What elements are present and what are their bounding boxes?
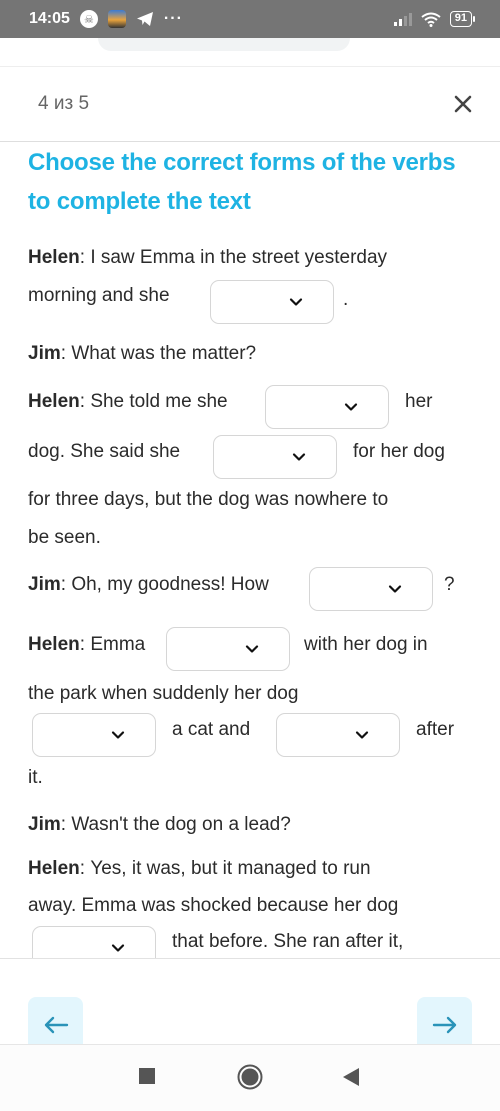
verb-select-1[interactable] <box>210 280 334 324</box>
dialogue-line-middle: a cat and <box>172 710 250 750</box>
dialogue-line: Helen: Yes, it was, but it managed to ru… <box>28 849 371 889</box>
colon: : <box>60 814 72 835</box>
verb-select-5[interactable] <box>166 627 290 671</box>
chevron-down-icon <box>111 944 125 952</box>
question-counter: 4 из 5 <box>38 93 90 114</box>
dialogue-line-end: after <box>416 710 454 750</box>
chevron-down-icon <box>289 298 303 306</box>
verb-select-7[interactable] <box>276 713 400 757</box>
line-text: that before. She ran after it, <box>172 931 404 952</box>
chevron-down-icon <box>245 645 259 653</box>
line-text: Wasn't the dog on a lead? <box>71 814 291 835</box>
line-text: the park when suddenly her dog <box>28 683 299 704</box>
line-text: Oh, my goodness! How <box>71 574 269 595</box>
colon: : <box>79 247 91 268</box>
task-title: Choose the correct forms of the verbs to… <box>28 149 456 215</box>
dialogue-line-end: her <box>405 382 432 422</box>
chevron-down-icon <box>111 731 125 739</box>
dialogue-line-end: that before. She ran after it, <box>172 922 403 962</box>
line-text: with her dog in <box>304 634 428 655</box>
line-text: be seen. <box>28 527 101 548</box>
system-navigation-bar <box>0 1045 500 1111</box>
line-text: She told me she <box>90 391 228 412</box>
recent-apps-button[interactable] <box>138 1067 156 1090</box>
square-icon <box>139 1068 155 1084</box>
line-text: for three days, but the dog was nowhere … <box>28 489 389 510</box>
verb-select-2[interactable] <box>265 385 389 429</box>
dialogue-line-end: ? <box>444 565 455 605</box>
signal-icon <box>393 12 412 26</box>
speaker-name: Helen <box>28 858 80 879</box>
line-text: it. <box>28 767 43 788</box>
telegram-icon <box>136 11 154 27</box>
line-text: . <box>343 289 349 310</box>
dialogue-line-end: for her dog <box>353 432 445 472</box>
colon: : <box>79 858 91 879</box>
dialogue-line: Jim: Wasn't the dog on a lead? <box>28 805 291 845</box>
chevron-down-icon <box>388 585 402 593</box>
speaker-name: Jim <box>28 574 61 595</box>
verb-select-8[interactable] <box>32 926 156 958</box>
dialogue-line: for three days, but the dog was nowhere … <box>28 480 388 520</box>
colon: : <box>79 634 91 655</box>
line-text: after <box>416 719 455 740</box>
speaker-name: Jim <box>28 814 61 835</box>
chevron-down-icon <box>292 453 306 461</box>
colon: : <box>60 343 72 364</box>
close-button[interactable] <box>454 91 472 117</box>
exercise-header: 4 из 5 <box>0 66 500 142</box>
dialogue-line: dog. She said she <box>28 432 180 472</box>
speaker-name: Helen <box>28 391 80 412</box>
dialogue-line: the park when suddenly her dog <box>28 674 298 714</box>
speaker-name: Jim <box>28 343 61 364</box>
status-bar: 14:05 ☠ ··· 91 <box>0 0 500 38</box>
dialogue-line: Jim: What was the matter? <box>28 334 256 374</box>
home-button[interactable] <box>237 1064 263 1095</box>
line-text: morning and she <box>28 285 170 306</box>
verb-select-6[interactable] <box>32 713 156 757</box>
arrow-left-icon <box>44 1016 68 1033</box>
line-text: Emma <box>90 634 146 655</box>
line-text: her <box>405 391 433 412</box>
game-app-icon <box>107 10 126 28</box>
line-text: a cat and <box>172 719 251 740</box>
line-text: for her dog <box>353 441 445 462</box>
verb-select-4[interactable] <box>309 567 433 611</box>
line-text: away. Emma was shocked because her dog <box>28 895 399 916</box>
colon: : <box>79 391 91 412</box>
dialogue-line-end: with her dog in <box>304 625 428 665</box>
dialogue-line: Helen: She told me she <box>28 382 228 422</box>
verb-select-3[interactable] <box>213 435 337 479</box>
back-triangle-icon <box>343 1068 359 1086</box>
dialogue-line: morning and she <box>28 276 170 316</box>
home-circle-icon <box>237 1064 263 1090</box>
line-text: ? <box>444 574 455 595</box>
chevron-down-icon <box>355 731 369 739</box>
dialogue-line: Jim: Oh, my goodness! How <box>28 565 269 605</box>
close-icon <box>454 95 472 113</box>
chevron-down-icon <box>344 403 358 411</box>
battery-indicator: 91 <box>449 11 476 27</box>
skull-app-icon: ☠ <box>79 10 98 28</box>
dialogue-line: away. Emma was shocked because her dog <box>28 886 398 926</box>
dialogue-line: Helen: Emma <box>28 625 145 665</box>
dialogue-line: be seen. <box>28 518 101 558</box>
clock: 14:05 <box>29 10 70 27</box>
dialogue-line: Helen: I saw Emma in the street yesterda… <box>28 238 387 278</box>
line-text: Yes, it was, but it managed to run <box>90 858 371 879</box>
more-notifications-icon: ··· <box>163 10 183 27</box>
back-button[interactable] <box>342 1067 360 1092</box>
hidden-search-bar <box>98 38 350 51</box>
line-text: I saw Emma in the street yesterday <box>90 247 388 268</box>
wifi-icon <box>421 12 441 27</box>
speaker-name: Helen <box>28 247 80 268</box>
arrow-right-icon <box>432 1016 456 1033</box>
line-text: What was the matter? <box>71 343 257 364</box>
dialogue-line: it. <box>28 758 43 798</box>
line-text: dog. She said she <box>28 441 181 462</box>
speaker-name: Helen <box>28 634 80 655</box>
dialogue-line-end: . <box>343 280 348 320</box>
exercise-navigation <box>0 959 500 1052</box>
colon: : <box>60 574 72 595</box>
